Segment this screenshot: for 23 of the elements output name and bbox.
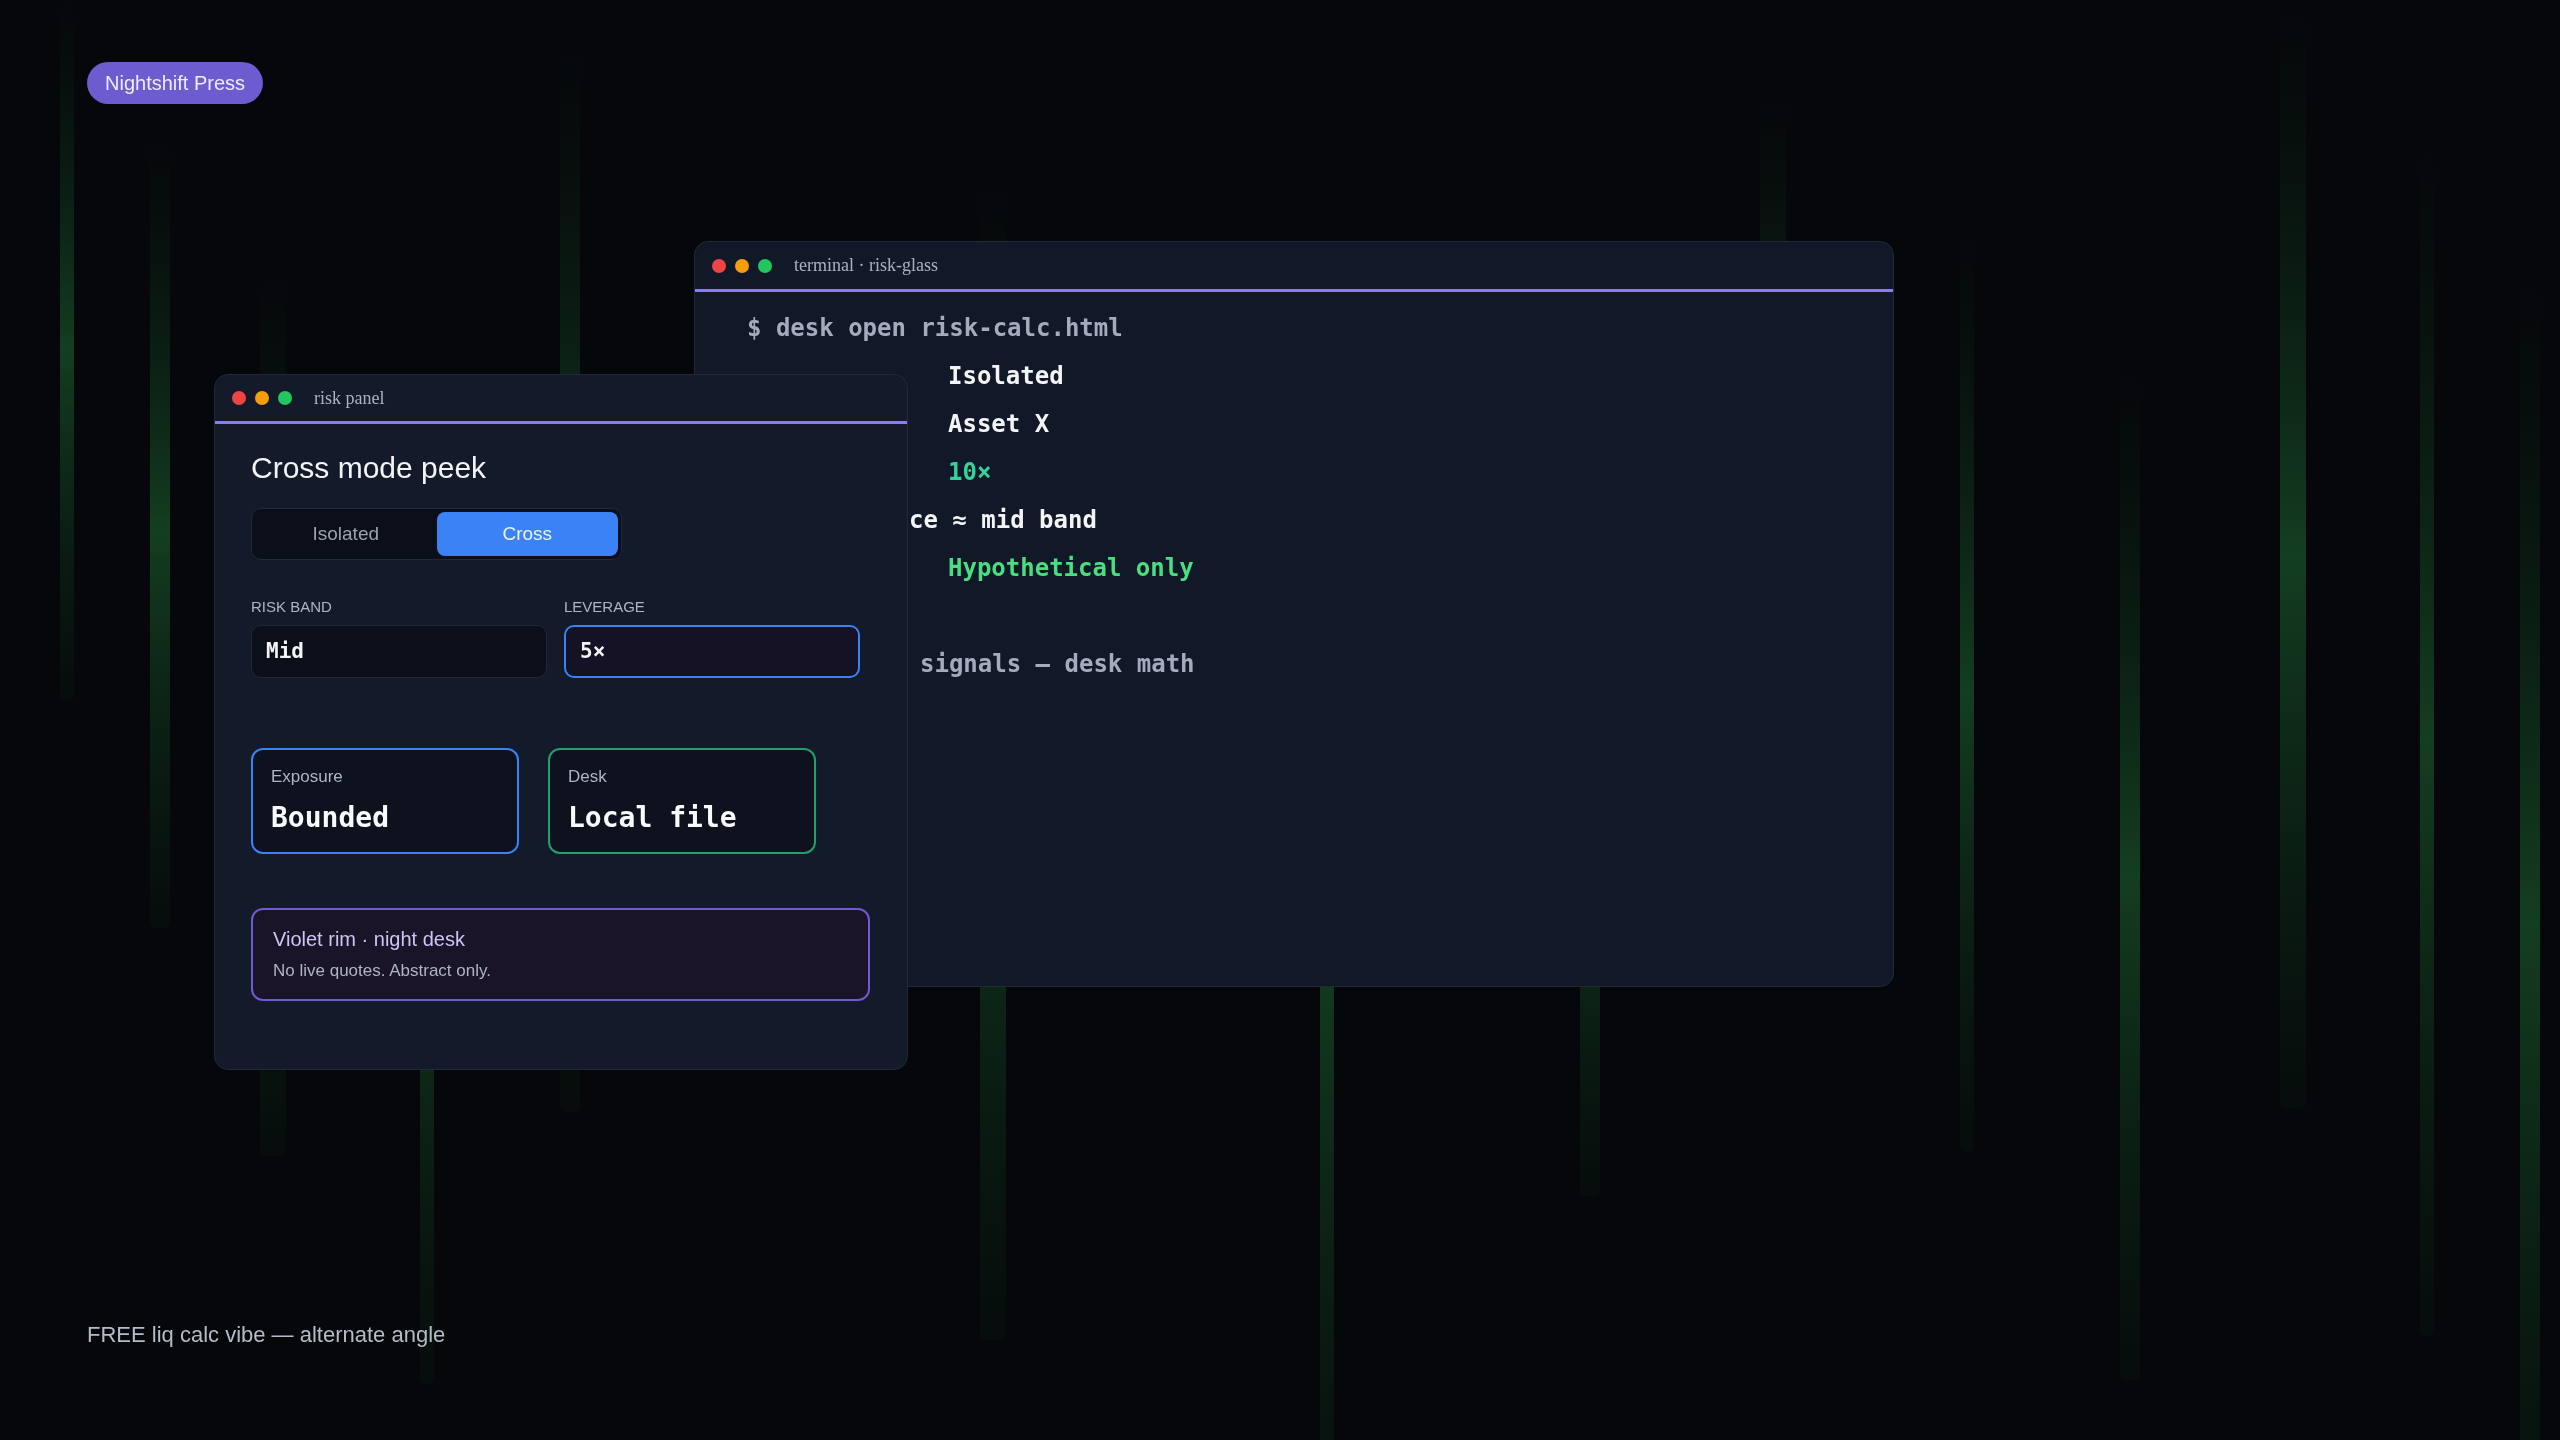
card-label: Exposure <box>271 765 344 788</box>
terminal-line: Isolated <box>948 361 1064 392</box>
field-label: RISK BAND <box>251 597 333 617</box>
terminal-line: signals — desk math <box>920 649 1195 680</box>
note-text: No live quotes. Abstract only. <box>273 960 492 983</box>
card-value: Local file <box>568 800 738 836</box>
footer-caption: FREE liq calc vibe — alternate angle <box>87 1321 446 1349</box>
terminal-line: ce ≈ mid band <box>909 505 1097 536</box>
card-label: Desk <box>568 765 608 788</box>
input-field[interactable]: 5× <box>564 624 860 678</box>
window-title: terminal · risk-glass <box>794 254 938 277</box>
window-title: risk panel <box>314 386 385 410</box>
note-title: Violet rim · night desk <box>273 927 466 953</box>
field-label: LEVERAGE <box>564 597 646 617</box>
brand-badge: Nightshift Press <box>87 62 264 104</box>
terminal-line: Asset X <box>948 409 1050 440</box>
mode-tab[interactable]: Isolated <box>255 512 437 556</box>
input-field[interactable]: Mid <box>251 624 547 678</box>
terminal-line: $ desk open risk-calc.html <box>747 313 1123 344</box>
panel-heading: Cross mode peek <box>251 450 488 486</box>
terminal-line: 10× <box>948 457 992 488</box>
terminal-line: Hypothetical only <box>948 553 1194 584</box>
card-value: Bounded <box>271 800 390 836</box>
